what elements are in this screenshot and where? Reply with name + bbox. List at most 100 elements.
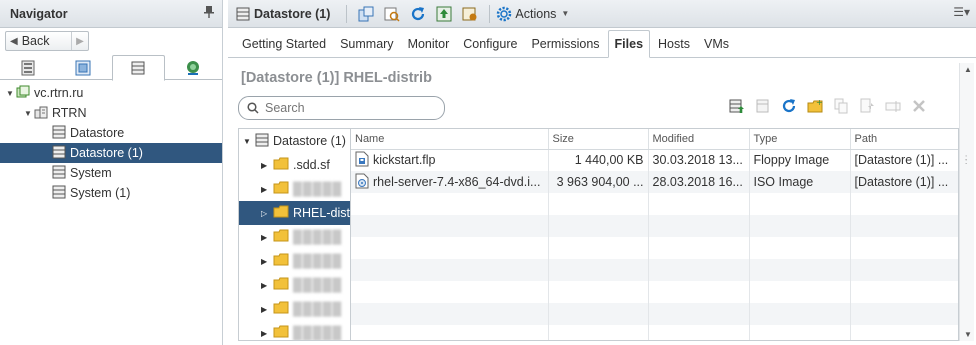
folder-label: █████: [293, 302, 343, 316]
tree-item-label: Datastore: [70, 126, 125, 140]
pin-icon[interactable]: [204, 6, 214, 21]
increase-capacity-icon[interactable]: [436, 6, 452, 22]
delete-icon: [911, 98, 927, 114]
folder-tree-item[interactable]: ▶ █████: [239, 321, 350, 340]
tab-vms-templates[interactable]: [57, 55, 110, 80]
register-vm-icon[interactable]: [358, 6, 374, 22]
tab-hosts-clusters[interactable]: [2, 55, 55, 80]
expand-arrow-icon[interactable]: ▶: [261, 233, 273, 242]
browse-files-icon[interactable]: [384, 6, 400, 22]
column-header-modified[interactable]: Modified: [648, 129, 750, 150]
folder-tree-item[interactable]: ▶ █████: [239, 297, 350, 321]
expand-arrow-icon[interactable]: ▶: [261, 281, 273, 290]
expand-arrow-icon[interactable]: ▶: [261, 329, 273, 338]
datastore-icon: [52, 125, 66, 142]
object-tabs: Getting Started Summary Monitor Configure Pe…: [228, 28, 976, 58]
svg-text:+: +: [816, 98, 823, 107]
iso-file-icon: [355, 173, 369, 192]
datastore-icon: [52, 185, 66, 202]
tab-hosts[interactable]: Hosts: [652, 31, 696, 57]
search-input[interactable]: [265, 101, 435, 115]
expand-arrow-icon[interactable]: ▼: [4, 89, 16, 98]
tab-files[interactable]: Files: [607, 30, 651, 58]
vcenter-icon: [16, 85, 30, 102]
tab-getting-started[interactable]: Getting Started: [236, 31, 332, 57]
back-button[interactable]: ◀ Back ▶: [5, 31, 89, 51]
new-folder-icon[interactable]: +: [807, 98, 823, 114]
actions-label: Actions: [515, 6, 557, 21]
tab-permissions[interactable]: Permissions: [525, 31, 605, 57]
actions-menu[interactable]: Actions ▼: [496, 6, 569, 22]
copy-icon: [833, 98, 849, 114]
empty-cell: [351, 193, 549, 215]
tree-item[interactable]: Datastore: [0, 123, 222, 143]
cell-name: kickstart.flp: [351, 149, 549, 171]
cell-text: ISO Image: [753, 175, 814, 189]
object-toolbar: Datastore (1) Actions ▼ ☰▾: [228, 0, 976, 28]
expand-arrow-icon[interactable]: ▶: [261, 305, 273, 314]
search-field[interactable]: [238, 96, 445, 120]
file-toolbar: +: [724, 98, 932, 114]
folder-tree-item[interactable]: ▶ █████: [239, 273, 350, 297]
scroll-down-icon[interactable]: ▼: [964, 330, 972, 339]
object-title: Datastore (1): [254, 6, 331, 21]
folder-tree-item[interactable]: ▶ █████: [239, 177, 350, 201]
hosts-clusters-icon: [21, 60, 35, 75]
tab-networking[interactable]: [167, 55, 220, 80]
tab-configure[interactable]: Configure: [457, 31, 523, 57]
folder-tree-item[interactable]: ▼ Datastore (1): [239, 129, 350, 153]
tab-vms[interactable]: VMs: [698, 31, 735, 57]
expand-arrow-icon[interactable]: ▶: [261, 161, 273, 170]
scroll-grip-icon[interactable]: ::: [965, 154, 967, 166]
empty-cell: [648, 259, 750, 281]
empty-cell: [351, 325, 549, 340]
tree-item[interactable]: ▼ RTRN: [0, 103, 222, 123]
cell-text: 30.03.2018 13...: [652, 153, 743, 168]
expand-arrow-icon[interactable]: ▷: [261, 209, 273, 218]
collapse-arrow-icon[interactable]: ▼: [243, 137, 255, 146]
folder-tree-item[interactable]: ▶ █████: [239, 225, 350, 249]
tree-item[interactable]: System: [0, 163, 222, 183]
empty-cell: [648, 303, 750, 325]
cell-path: [Datastore (1)] ...: [850, 149, 958, 171]
folder-tree-item[interactable]: ▶ .sdd.sf: [239, 153, 350, 177]
upload-file-icon[interactable]: [729, 98, 745, 114]
forward-button[interactable]: ▶: [72, 36, 88, 47]
empty-row: [351, 193, 958, 215]
file-row[interactable]: kickstart.flp 1 440,00 KB 30.03.2018 13...…: [351, 149, 958, 171]
tab-storage[interactable]: [111, 55, 165, 81]
column-header-size[interactable]: Size: [548, 129, 649, 150]
empty-cell: [351, 237, 549, 259]
configure-icon[interactable]: [462, 6, 478, 22]
expand-arrow-icon[interactable]: ▼: [22, 109, 34, 118]
panel-menu-icon[interactable]: ☰▾: [953, 5, 970, 19]
file-row[interactable]: rhel-server-7.4-x86_64-dvd.i... 3 963 904…: [351, 171, 958, 193]
vertical-scrollbar[interactable]: ▲ :: ▼: [959, 63, 974, 341]
refresh-files-icon[interactable]: [781, 98, 797, 114]
tree-item[interactable]: System (1): [0, 183, 222, 203]
tree-item[interactable]: ▼ vc.rtrn.ru: [0, 83, 222, 103]
empty-cell: [749, 303, 851, 325]
empty-cell: [850, 325, 958, 340]
tree-item[interactable]: Datastore (1): [0, 143, 222, 163]
column-header-name[interactable]: Name: [351, 129, 549, 150]
expand-arrow-icon[interactable]: ▶: [261, 257, 273, 266]
navigator-header: Navigator: [0, 0, 222, 28]
empty-cell: [850, 281, 958, 303]
empty-cell: [548, 325, 649, 340]
cell-text: kickstart.flp: [373, 152, 436, 167]
tab-monitor[interactable]: Monitor: [402, 31, 456, 57]
forward-arrow-icon: ▶: [76, 35, 84, 47]
empty-row: [351, 281, 958, 303]
refresh-icon[interactable]: [410, 6, 426, 22]
folder-tree-item[interactable]: ▶ █████: [239, 249, 350, 273]
column-header-path[interactable]: Path: [850, 129, 958, 150]
scroll-up-icon[interactable]: ▲: [964, 65, 972, 74]
storage-icon: [131, 61, 145, 75]
column-header-type[interactable]: Type: [749, 129, 851, 150]
expand-arrow-icon[interactable]: ▶: [261, 185, 273, 194]
main-panel: Datastore (1) Actions ▼ ☰▾ Getting Start…: [228, 0, 976, 345]
cell-size: 1 440,00 KB: [548, 149, 649, 171]
tab-summary[interactable]: Summary: [334, 31, 399, 57]
folder-tree-item[interactable]: ▷ RHEL-dist: [239, 201, 350, 225]
